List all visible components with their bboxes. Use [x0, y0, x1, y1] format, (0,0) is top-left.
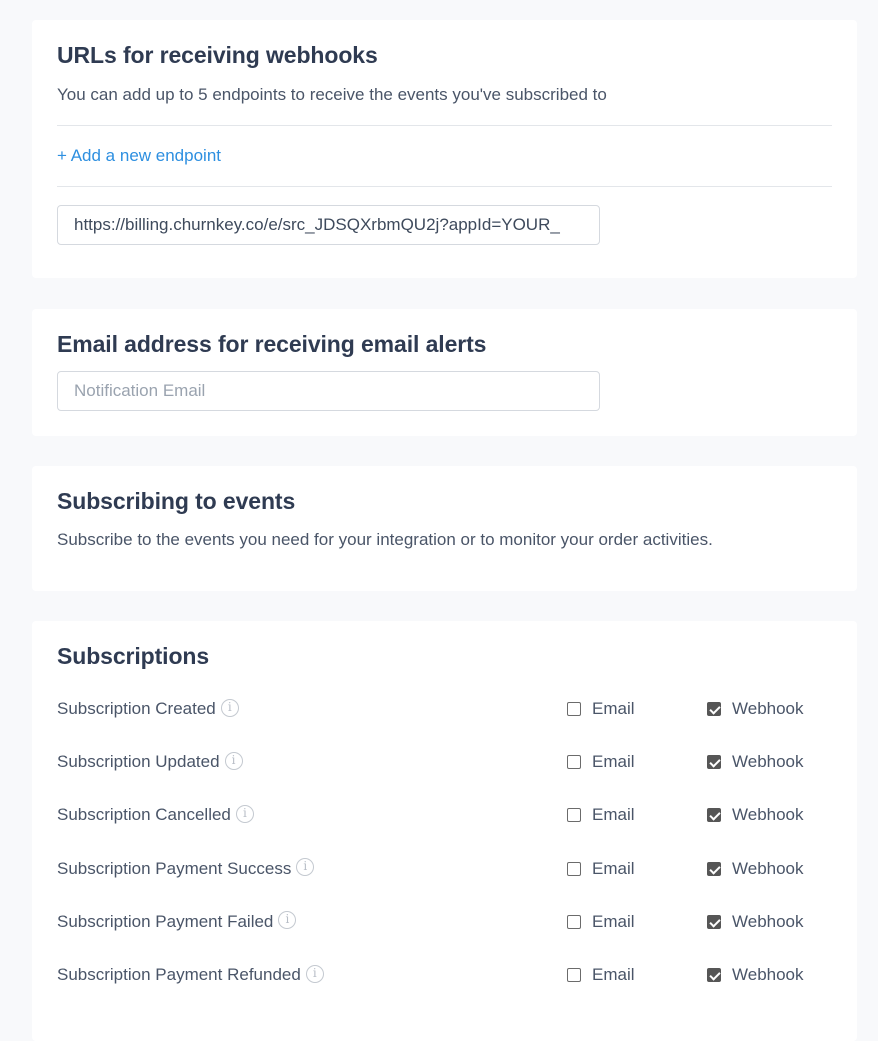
- subscription-label: Subscription Payment Success i: [57, 854, 315, 884]
- email-option-label: Email: [592, 752, 635, 772]
- subscriptions-title: Subscriptions: [57, 643, 210, 669]
- subscriptions-card: Subscriptions Subscription Created i Emai…: [32, 621, 857, 1041]
- subscription-label-text: Subscription Cancelled: [57, 805, 231, 825]
- email-checkbox[interactable]: [567, 861, 581, 876]
- webhook-checkbox[interactable]: [707, 914, 721, 929]
- webhook-option[interactable]: Webhook: [707, 747, 804, 777]
- events-title: Subscribing to events: [57, 488, 296, 514]
- email-checkbox[interactable]: [567, 914, 581, 929]
- webhook-option-label: Webhook: [732, 752, 804, 772]
- subscription-row: Subscription Cancelled i Email Webhook: [57, 800, 857, 830]
- subscription-label-text: Subscription Payment Success: [57, 858, 292, 878]
- info-icon[interactable]: i: [296, 858, 315, 877]
- email-option[interactable]: Email: [567, 854, 635, 884]
- email-option-label: Email: [592, 805, 635, 825]
- webhook-option-label: Webhook: [732, 699, 804, 718]
- events-card: Subscribing to events Subscribe to the e…: [32, 466, 857, 591]
- email-checkbox[interactable]: [567, 968, 581, 982]
- info-icon[interactable]: i: [278, 911, 297, 930]
- info-icon[interactable]: i: [305, 964, 324, 983]
- notification-email-input[interactable]: [57, 371, 600, 411]
- email-alerts-card: Email address for receiving email alerts: [32, 309, 857, 436]
- webhook-checkbox[interactable]: [707, 702, 721, 716]
- subscription-label-text: Subscription Payment Refunded: [57, 965, 301, 984]
- email-option[interactable]: Email: [567, 747, 635, 777]
- subscription-row: Subscription Updated i Email Webhook: [57, 747, 857, 777]
- subscription-label-text: Subscription Payment Failed: [57, 911, 274, 931]
- webhook-option[interactable]: Webhook: [707, 800, 804, 830]
- email-option-label: Email: [592, 965, 635, 984]
- webhook-option-label: Webhook: [732, 911, 804, 931]
- webhook-checkbox[interactable]: [707, 968, 721, 982]
- email-alerts-title: Email address for receiving email alerts: [57, 331, 487, 357]
- webhooks-card: URLs for receiving webhooks You can add …: [32, 20, 857, 278]
- info-icon[interactable]: i: [235, 804, 254, 823]
- subscription-label: Subscription Updated i: [57, 747, 243, 777]
- add-endpoint-link[interactable]: + Add a new endpoint: [57, 146, 221, 166]
- subscription-row: Subscription Created i Email Webhook: [57, 694, 857, 724]
- subscription-label: Subscription Payment Refunded i: [57, 960, 324, 990]
- subscription-row: Subscription Payment Success i Email Webh…: [57, 854, 857, 884]
- info-icon[interactable]: i: [224, 751, 243, 770]
- email-option-label: Email: [592, 911, 635, 931]
- subscription-row: Subscription Payment Failed i Email Webho…: [57, 907, 857, 937]
- webhook-option[interactable]: Webhook: [707, 854, 804, 884]
- webhooks-description: You can add up to 5 endpoints to receive…: [57, 85, 607, 104]
- info-icon[interactable]: i: [220, 698, 239, 717]
- events-description: Subscribe to the events you need for you…: [57, 530, 713, 549]
- email-option-label: Email: [592, 699, 635, 718]
- email-checkbox[interactable]: [567, 702, 581, 716]
- webhook-checkbox[interactable]: [707, 755, 721, 770]
- email-option[interactable]: Email: [567, 960, 635, 990]
- email-checkbox[interactable]: [567, 755, 581, 770]
- subscription-row: Subscription Payment Refunded i Email Web…: [57, 960, 857, 990]
- webhook-option[interactable]: Webhook: [707, 907, 804, 937]
- endpoint-url-input[interactable]: [57, 205, 600, 245]
- email-option[interactable]: Email: [567, 694, 635, 724]
- subscription-label: Subscription Created i: [57, 694, 239, 724]
- divider: [57, 125, 832, 126]
- subscription-label: Subscription Payment Failed i: [57, 907, 297, 937]
- divider: [57, 186, 832, 187]
- webhook-checkbox[interactable]: [707, 861, 721, 876]
- webhook-option[interactable]: Webhook: [707, 694, 804, 724]
- webhook-option-label: Webhook: [732, 965, 804, 984]
- email-option[interactable]: Email: [567, 800, 635, 830]
- email-checkbox[interactable]: [567, 808, 581, 823]
- subscription-label-text: Subscription Updated: [57, 752, 220, 772]
- webhooks-title: URLs for receiving webhooks: [57, 42, 378, 68]
- webhook-option[interactable]: Webhook: [707, 960, 804, 990]
- subscription-label: Subscription Cancelled i: [57, 800, 254, 830]
- email-option-label: Email: [592, 858, 635, 878]
- webhook-option-label: Webhook: [732, 858, 804, 878]
- email-option[interactable]: Email: [567, 907, 635, 937]
- webhook-checkbox[interactable]: [707, 808, 721, 823]
- subscription-label-text: Subscription Created: [57, 699, 216, 718]
- webhook-option-label: Webhook: [732, 805, 804, 825]
